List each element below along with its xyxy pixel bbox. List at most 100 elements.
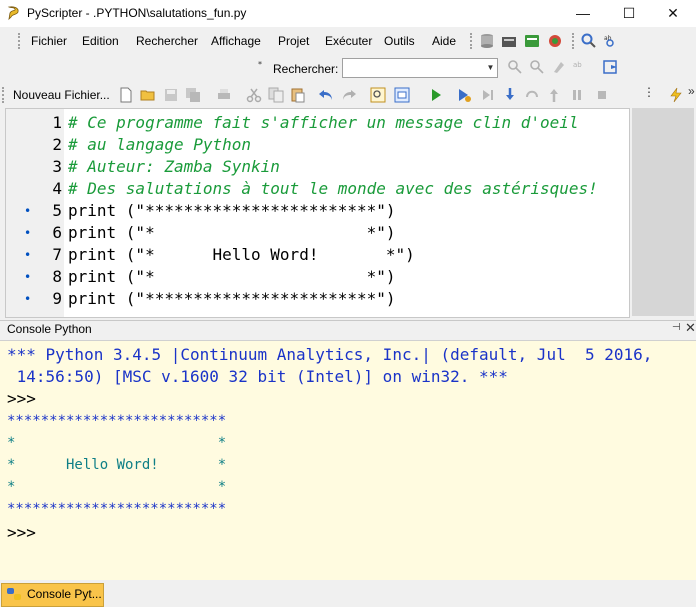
breakpoint-marker-icon[interactable]: •: [24, 200, 31, 222]
code-statement: print ("* Hello Word! *"): [68, 245, 415, 264]
code-line[interactable]: • 7 print ("* Hello Word! *"): [6, 244, 629, 266]
breakpoint-marker-icon[interactable]: •: [24, 222, 31, 244]
refresh-cog-icon[interactable]: [547, 33, 563, 49]
close-icon[interactable]: ✕: [685, 320, 696, 336]
code-line[interactable]: • 9 print ("************************"): [6, 288, 629, 310]
new-file-button[interactable]: Nouveau Fichier...: [13, 88, 110, 102]
console-banner-line: *** Python 3.4.5 |Continuum Analytics, I…: [7, 345, 653, 364]
zoom-icon[interactable]: [581, 33, 597, 49]
print-icon[interactable]: [216, 87, 232, 103]
svg-text:*: *: [258, 60, 262, 68]
replace-icon[interactable]: ab: [603, 33, 619, 49]
toolbar-grip[interactable]: [572, 33, 577, 49]
replace-dialog-icon[interactable]: [394, 87, 410, 103]
find-next-icon[interactable]: [507, 59, 523, 75]
highlight-icon[interactable]: [551, 59, 567, 75]
cut-icon[interactable]: [246, 87, 262, 103]
python-console-icon[interactable]: [524, 33, 540, 49]
redo-icon[interactable]: [341, 87, 357, 103]
lightning-icon[interactable]: [668, 87, 684, 103]
copy-icon[interactable]: [268, 87, 284, 103]
paste-icon[interactable]: [290, 87, 306, 103]
code-line[interactable]: 1 # Ce programme fait s'afficher un messa…: [6, 112, 629, 134]
console-prompt[interactable]: >>>: [7, 522, 36, 544]
breakpoint-marker-icon[interactable]: •: [24, 288, 31, 310]
code-statement: print ("************************"): [68, 289, 396, 308]
line-number: 3: [52, 157, 62, 176]
step-into-icon[interactable]: [502, 87, 518, 103]
menu-affichage[interactable]: Affichage: [211, 34, 261, 48]
window-title: PyScripter - .PYTHON\salutations_fun.py: [27, 6, 247, 20]
code-line[interactable]: • 6 print ("* *"): [6, 222, 629, 244]
line-number: 2: [52, 135, 62, 154]
menu-bar: Fichier Edition Rechercher Affichage Pro…: [0, 28, 696, 54]
pin-icon[interactable]: ⊣: [672, 322, 681, 333]
step-out-icon[interactable]: [546, 87, 562, 103]
menu-executer[interactable]: Exécuter: [325, 34, 372, 48]
code-line[interactable]: 3 # Auteur: Zamba Synkin: [6, 156, 629, 178]
menu-rechercher[interactable]: Rechercher: [136, 34, 198, 48]
find-icon[interactable]: [370, 87, 386, 103]
database-icon[interactable]: [479, 33, 495, 49]
undo-icon[interactable]: [318, 87, 334, 103]
toolbar-grip[interactable]: [470, 33, 475, 49]
code-comment: # au langage Python: [68, 135, 252, 154]
code-line[interactable]: 2 # au langage Python: [6, 134, 629, 156]
line-number: 7: [52, 245, 62, 264]
menu-edition[interactable]: Edition: [82, 34, 119, 48]
maximize-button[interactable]: ☐: [606, 0, 652, 27]
console-panel-header: [0, 320, 696, 339]
step-over-icon[interactable]: [524, 87, 540, 103]
open-folder-icon[interactable]: [140, 87, 156, 103]
code-comment: # Des salutations à tout le monde avec d…: [68, 179, 598, 198]
console-output-line: **************************: [7, 413, 227, 429]
debug-icon[interactable]: [456, 87, 472, 103]
code-statement: print ("* *"): [68, 267, 396, 286]
run-to-cursor-icon[interactable]: [480, 87, 496, 103]
console-output-line: * Hello Word! *: [7, 457, 227, 473]
toolbar-overflow-icon[interactable]: ⋮: [643, 85, 655, 99]
menu-projet[interactable]: Projet: [278, 34, 309, 48]
code-statement: print ("************************"): [68, 201, 396, 220]
line-number: 6: [52, 223, 62, 242]
editor-side-panel: [632, 108, 694, 316]
minimize-button[interactable]: —: [560, 0, 606, 27]
search-input[interactable]: [342, 58, 498, 78]
run-icon[interactable]: [428, 87, 444, 103]
python-logo-icon: [7, 588, 21, 600]
menu-outils[interactable]: Outils: [384, 34, 415, 48]
breakpoint-marker-icon[interactable]: •: [24, 266, 31, 288]
line-number: 1: [52, 113, 62, 132]
save-all-icon[interactable]: [185, 87, 201, 103]
toolbar-options-icon[interactable]: *: [258, 60, 266, 68]
toolbox-icon[interactable]: [501, 33, 517, 49]
close-search-icon[interactable]: [603, 59, 619, 75]
title-bar: PyScripter - .PYTHON\salutations_fun.py …: [0, 0, 696, 27]
line-number: 4: [52, 179, 62, 198]
find-previous-icon[interactable]: [529, 59, 545, 75]
console-output-line: * *: [7, 479, 227, 495]
stop-icon[interactable]: [594, 87, 610, 103]
line-number: 9: [52, 289, 62, 308]
menu-aide[interactable]: Aide: [432, 34, 456, 48]
pause-icon[interactable]: [569, 87, 585, 103]
code-line[interactable]: 4 # Des salutations à tout le monde avec …: [6, 178, 629, 200]
toolbar-grip[interactable]: [2, 87, 7, 103]
save-icon[interactable]: [163, 87, 179, 103]
python-console[interactable]: *** Python 3.4.5 |Continuum Analytics, I…: [0, 340, 696, 582]
breakpoint-marker-icon[interactable]: •: [24, 244, 31, 266]
toolbar-grip[interactable]: [18, 33, 23, 49]
code-editor[interactable]: 1 # Ce programme fait s'afficher un messa…: [5, 108, 630, 318]
menu-fichier[interactable]: Fichier: [31, 34, 67, 48]
search-options-icon[interactable]: ab: [573, 59, 589, 75]
close-button[interactable]: ✕: [650, 0, 696, 27]
new-document-icon[interactable]: [118, 87, 134, 103]
code-line[interactable]: • 8 print ("* *"): [6, 266, 629, 288]
console-panel-title: Console Python: [7, 322, 92, 336]
line-number: 5: [52, 201, 62, 220]
code-line[interactable]: • 5 print ("************************"): [6, 200, 629, 222]
console-prompt: >>>: [7, 389, 36, 408]
chevron-down-icon[interactable]: ▼: [484, 58, 497, 78]
toolbar-chevron-icon[interactable]: »: [688, 84, 695, 98]
code-statement: print ("* *"): [68, 223, 396, 242]
